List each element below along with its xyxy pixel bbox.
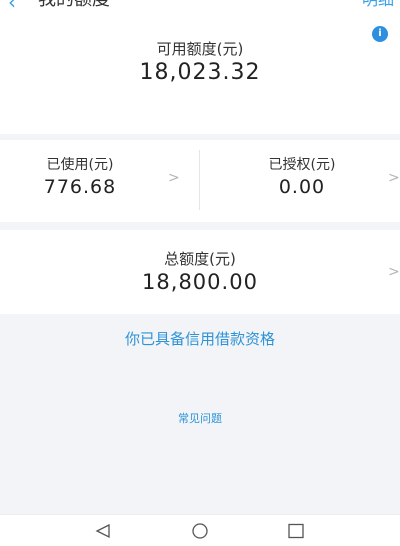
used-credit-item[interactable]: 已使用(元) 776.68 >: [0, 140, 200, 222]
total-credit-value: 18,800.00: [142, 270, 258, 294]
authorized-credit-value: 0.00: [278, 176, 326, 198]
top-bar: ‹ 我的额度 明细: [0, 0, 400, 14]
available-credit-card: 可用额度(元) 18,023.32 i: [0, 14, 400, 134]
authorized-credit-label: 已授权(元): [268, 157, 336, 173]
credit-qualification-link[interactable]: 你已具备信用借款资格: [0, 328, 400, 349]
chevron-right-icon: >: [168, 170, 180, 186]
total-credit-card[interactable]: 总额度(元) 18,800.00 >: [0, 230, 400, 314]
authorized-credit-item[interactable]: 已授权(元) 0.00 >: [200, 140, 400, 222]
chevron-right-icon: >: [388, 170, 400, 186]
info-icon[interactable]: i: [372, 26, 388, 42]
system-nav-bar: [0, 514, 400, 546]
screen: ‹ 我的额度 明细 可用额度(元) 18,023.32 i 已使用(元) 776…: [0, 0, 400, 546]
page-title: 我的额度: [38, 0, 110, 10]
used-credit-label: 已使用(元): [46, 157, 114, 173]
square-recent-icon[interactable]: [287, 523, 305, 539]
usage-card: 已使用(元) 776.68 > 已授权(元) 0.00 >: [0, 140, 400, 222]
available-credit-value: 18,023.32: [139, 60, 261, 85]
triangle-back-icon[interactable]: [94, 523, 112, 539]
circle-home-icon[interactable]: [191, 523, 209, 539]
total-credit-label: 总额度(元): [164, 250, 236, 268]
details-link[interactable]: 明细: [362, 0, 394, 10]
back-arrow-icon[interactable]: ‹: [8, 0, 24, 12]
used-credit-value: 776.68: [43, 176, 117, 198]
chevron-right-icon: >: [388, 264, 400, 280]
available-credit-label: 可用额度(元): [156, 40, 244, 58]
faq-link[interactable]: 常见问题: [0, 410, 400, 426]
